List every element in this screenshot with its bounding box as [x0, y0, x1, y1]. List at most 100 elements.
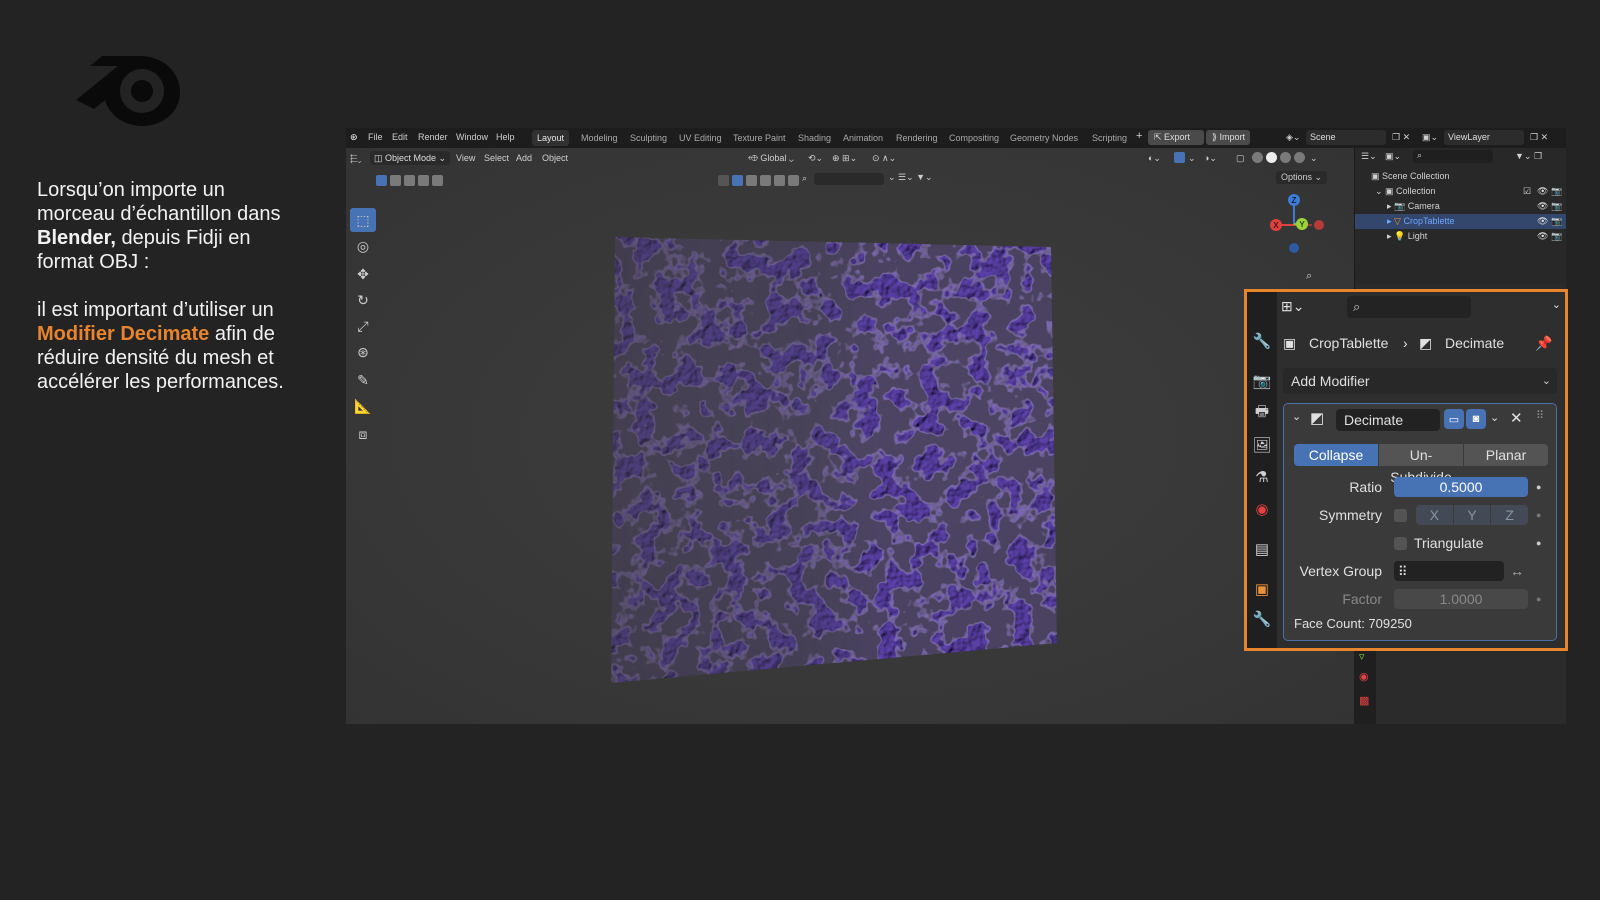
move-tool-icon[interactable]: ✥	[350, 262, 376, 286]
menu-render[interactable]: Render	[418, 132, 448, 142]
viewlayer-field[interactable]: ViewLayer	[1444, 130, 1524, 145]
show-viewport-icon[interactable]: ▭	[1444, 409, 1464, 429]
remove-modifier-icon[interactable]: ✕	[1510, 409, 1523, 427]
tab-uv-editing[interactable]: UV Editing	[674, 130, 727, 146]
pivot-icon[interactable]: ⟲⌄	[808, 153, 823, 164]
select-mode-subtract-icon[interactable]	[404, 175, 415, 186]
shading-wireframe-icon[interactable]	[1252, 152, 1263, 163]
ratio-slider[interactable]: 0.5000	[1394, 477, 1528, 497]
mode-collapse[interactable]: Collapse	[1294, 444, 1379, 466]
shading-dropdown-icon[interactable]: ⌄	[1310, 153, 1318, 164]
render-tab-icon[interactable]: 📷	[1251, 370, 1273, 392]
material-tab-icon[interactable]: ◉	[1359, 670, 1369, 683]
tab-sculpting[interactable]: Sculpting	[625, 130, 672, 146]
rotate-tool-icon[interactable]: ↻	[350, 288, 376, 312]
tool-tab-icon[interactable]: 🔧	[1251, 330, 1273, 352]
options-button[interactable]: Options ⌄	[1276, 171, 1328, 184]
properties-search-input[interactable]: ⌕	[1347, 296, 1471, 318]
scene-icon[interactable]: ◈⌄	[1286, 132, 1300, 143]
axis-x[interactable]: X	[1416, 505, 1454, 525]
filter-mesh-icon[interactable]	[718, 175, 729, 186]
pin-icon[interactable]: 📌	[1535, 330, 1552, 356]
outliner-item-croptablette[interactable]: ▸ ▽ CropTablette 👁 📷	[1355, 214, 1566, 229]
add-cube-tool-icon[interactable]: ⧈	[350, 422, 376, 446]
world-tab-icon[interactable]: ◉	[1251, 498, 1273, 520]
menu-window[interactable]: Window	[456, 132, 488, 142]
collapse-chevron-icon[interactable]: ⌄	[1292, 410, 1301, 423]
filter-texture-icon[interactable]	[760, 175, 771, 186]
view-layer-tab-icon[interactable]: 🖼	[1251, 434, 1273, 456]
add-modifier-button[interactable]: Add Modifier ⌄	[1283, 368, 1557, 394]
axis-z[interactable]: Z	[1491, 505, 1529, 525]
select-mode-invert-icon[interactable]	[418, 175, 429, 186]
tab-modeling[interactable]: Modeling	[576, 130, 623, 146]
show-render-icon[interactable]: ◙	[1466, 409, 1486, 429]
header-dropdown-icon[interactable]: ⌄	[1552, 298, 1561, 311]
viewport-menu-select[interactable]: Select	[484, 153, 509, 163]
object-mode-select[interactable]: ◫ Object Mode ⌄	[370, 151, 450, 165]
decimated-mesh-object[interactable]	[611, 233, 1061, 683]
tab-shading[interactable]: Shading	[793, 130, 836, 146]
scene-new-icon[interactable]: ❐ ✕	[1392, 132, 1410, 143]
axis-y[interactable]: Y	[1453, 505, 1492, 525]
viewport-menu-object[interactable]: Object	[542, 153, 568, 163]
output-tab-icon[interactable]: 🖶	[1251, 402, 1273, 424]
vertex-group-field[interactable]: ⠿	[1394, 561, 1504, 581]
tab-layout[interactable]: Layout	[532, 130, 570, 146]
tab-animation[interactable]: Animation	[838, 130, 888, 146]
triangulate-checkbox[interactable]	[1394, 537, 1407, 550]
menu-help[interactable]: Help	[496, 132, 515, 142]
overlay-icon[interactable]: ◑⌄	[1204, 153, 1217, 164]
filter-light-icon[interactable]	[774, 175, 785, 186]
navigation-gizmo[interactable]: Z X Y	[1264, 190, 1324, 260]
filter-object-icon[interactable]	[732, 175, 743, 186]
snap-icon[interactable]: ⊕ ⊞⌄	[832, 153, 857, 164]
mode-un-subdivide[interactable]: Un-Subdivide	[1379, 444, 1464, 485]
modifier-name-field[interactable]: Decimate	[1336, 409, 1440, 431]
collection-tab-icon[interactable]: ▤	[1251, 538, 1273, 560]
outliner-scene-collection[interactable]: ▣ Scene Collection	[1355, 169, 1566, 184]
cursor-tool-icon[interactable]: ◎	[350, 234, 376, 258]
modifier-tab-icon[interactable]: 🔧	[1251, 608, 1273, 630]
gizmo-toggle-icon[interactable]	[1174, 152, 1185, 163]
tab-rendering[interactable]: Rendering	[891, 130, 943, 146]
editor-type-icon[interactable]: ⊞⌄	[1281, 298, 1304, 315]
scale-tool-icon[interactable]: ⤢	[350, 314, 376, 338]
select-mode-intersect-icon[interactable]	[432, 175, 443, 186]
visibility-icon[interactable]: ◐⌄	[1148, 153, 1161, 164]
editor-type-icon[interactable]: ⬱⌄	[350, 153, 362, 164]
scene-field[interactable]: Scene	[1306, 130, 1386, 145]
export-button[interactable]: ⇱ Export	[1148, 130, 1204, 145]
viewport-menu-view[interactable]: View	[456, 153, 475, 163]
scene-tab-icon[interactable]: ⚗	[1251, 466, 1273, 488]
transform-orientation[interactable]: ⬲ Global ⌄	[748, 153, 794, 164]
ratio-keyframe-dot[interactable]: ●	[1536, 476, 1541, 498]
tab-geometry-nodes[interactable]: Geometry Nodes	[1005, 130, 1083, 146]
outliner-display-icon[interactable]: ▣⌄	[1385, 151, 1401, 162]
triangulate-keyframe-dot[interactable]: ●	[1536, 532, 1541, 554]
menu-file[interactable]: File	[368, 132, 383, 142]
symmetry-checkbox[interactable]	[1394, 509, 1407, 522]
tab-texture-paint[interactable]: Texture Paint	[728, 130, 791, 146]
annotate-tool-icon[interactable]: ✎	[350, 368, 376, 392]
select-mode-new-icon[interactable]	[376, 175, 387, 186]
viewport-search-input[interactable]	[814, 173, 884, 185]
outliner-item-light[interactable]: ▸ 💡 Light 👁 📷	[1355, 229, 1566, 244]
tab-compositing[interactable]: Compositing	[944, 130, 1004, 146]
viewport-filter-icon[interactable]: ⌄ ☰⌄ ▼⌄	[888, 172, 933, 183]
object-tab-icon[interactable]: ▣	[1251, 578, 1273, 600]
factor-slider[interactable]: 1.0000	[1394, 589, 1528, 609]
menu-edit[interactable]: Edit	[392, 132, 408, 142]
filter-material-icon[interactable]	[746, 175, 757, 186]
viewlayer-icon[interactable]: ▣⌄	[1422, 132, 1438, 143]
filter-camera-icon[interactable]	[788, 175, 799, 186]
add-workspace-icon[interactable]: +	[1136, 130, 1142, 142]
shading-solid-icon[interactable]	[1266, 152, 1277, 163]
zoom-view-icon[interactable]: ⌕	[1306, 270, 1312, 283]
shading-material-icon[interactable]	[1280, 152, 1291, 163]
outliner-collection[interactable]: ⌄ ▣ Collection ☑ 👁 📷	[1355, 184, 1566, 199]
proportional-icon[interactable]: ⊙ ∧⌄	[872, 153, 896, 164]
texture-tab-icon[interactable]: ▩	[1359, 694, 1369, 707]
select-box-tool-icon[interactable]: ⬚	[350, 208, 376, 232]
measure-tool-icon[interactable]: 📐	[350, 394, 376, 418]
